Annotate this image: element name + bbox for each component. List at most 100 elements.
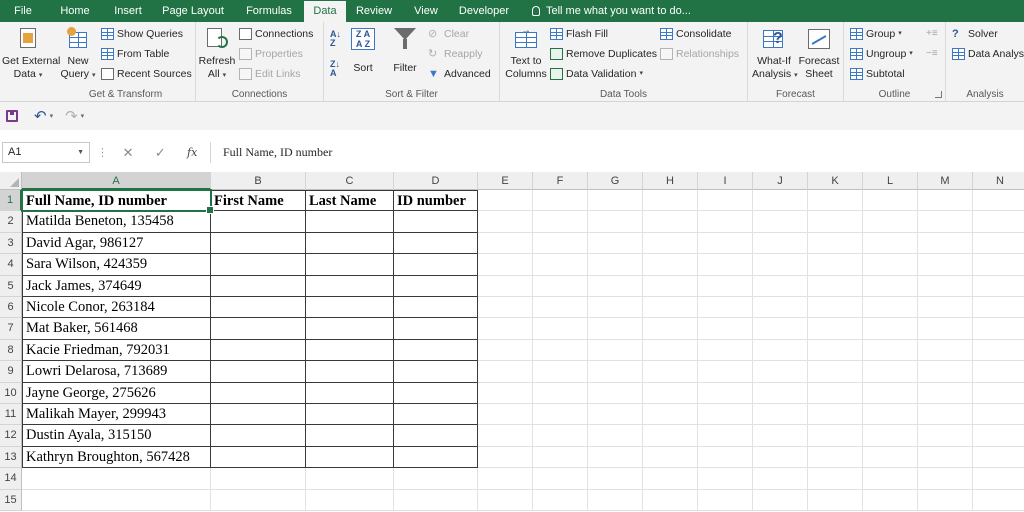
- chevron-down-icon[interactable]: ▼: [77, 143, 84, 162]
- cell-g9[interactable]: [588, 361, 643, 383]
- cell-e7[interactable]: [478, 318, 533, 340]
- cell-n3[interactable]: [973, 233, 1024, 255]
- cell-a13[interactable]: Kathryn Broughton, 567428: [22, 446, 211, 469]
- cell-n13[interactable]: [973, 447, 1024, 469]
- cell-b13[interactable]: [211, 446, 306, 469]
- properties-button[interactable]: Properties: [239, 45, 303, 63]
- name-box[interactable]: A1 ▼: [2, 142, 90, 163]
- cell-g12[interactable]: [588, 425, 643, 447]
- cell-l11[interactable]: [863, 404, 918, 426]
- cell-g5[interactable]: [588, 275, 643, 297]
- cell-f6[interactable]: [533, 297, 588, 319]
- subtotal-button[interactable]: Subtotal: [850, 65, 905, 83]
- cell-i4[interactable]: [698, 254, 753, 276]
- cell-h2[interactable]: [643, 211, 698, 233]
- remove-duplicates-button[interactable]: Remove Duplicates: [550, 45, 657, 63]
- cell-n10[interactable]: [973, 383, 1024, 404]
- cell-g10[interactable]: [588, 382, 643, 404]
- cell-d2[interactable]: [394, 211, 478, 233]
- cell-k8[interactable]: [808, 339, 863, 362]
- cell-b9[interactable]: [211, 361, 306, 383]
- cell-h13[interactable]: [643, 446, 698, 469]
- cell-n4[interactable]: [973, 254, 1024, 276]
- from-table-button[interactable]: From Table: [101, 45, 169, 63]
- cell-d13[interactable]: [394, 446, 478, 469]
- cell-f4[interactable]: [533, 254, 588, 276]
- cell-m1[interactable]: [918, 190, 973, 212]
- row-header-11[interactable]: 11: [0, 404, 22, 426]
- cell-n2[interactable]: [973, 211, 1024, 233]
- cell-e5[interactable]: [478, 275, 533, 297]
- tab-page-layout[interactable]: Page Layout: [152, 0, 234, 22]
- cell-f3[interactable]: [533, 232, 588, 255]
- cell-i10[interactable]: [698, 382, 753, 404]
- column-header-h[interactable]: H: [643, 172, 698, 190]
- cell-l10[interactable]: [863, 382, 918, 404]
- new-query-button[interactable]: New Query ▾: [60, 26, 96, 82]
- column-header-g[interactable]: G: [588, 172, 643, 190]
- cell-i9[interactable]: [698, 361, 753, 383]
- cell-h11[interactable]: [643, 404, 698, 426]
- cell-c2[interactable]: [306, 211, 394, 233]
- row-header-6[interactable]: 6: [0, 297, 22, 319]
- cell-d6[interactable]: [394, 297, 478, 319]
- reapply-button[interactable]: ↻ Reapply: [428, 45, 483, 63]
- cell-m4[interactable]: [918, 254, 973, 276]
- cancel-icon[interactable]: ✕: [123, 145, 134, 161]
- cell-l4[interactable]: [863, 254, 918, 276]
- cell-a4[interactable]: Sara Wilson, 424359: [22, 254, 211, 276]
- cell-f11[interactable]: [533, 404, 588, 426]
- cell-a11[interactable]: Malikah Mayer, 299943: [22, 404, 211, 426]
- recent-sources-button[interactable]: Recent Sources: [101, 65, 192, 83]
- column-header-f[interactable]: F: [533, 172, 588, 190]
- cell-j12[interactable]: [753, 425, 808, 447]
- cell-g6[interactable]: [588, 297, 643, 319]
- cell-j4[interactable]: [753, 254, 808, 276]
- cell-k14[interactable]: [808, 468, 863, 490]
- insert-function-icon[interactable]: fx: [187, 146, 197, 159]
- column-header-c[interactable]: C: [306, 172, 394, 190]
- cell-f9[interactable]: [533, 361, 588, 383]
- tab-developer[interactable]: Developer: [450, 0, 518, 22]
- row-header-15[interactable]: 15: [0, 489, 22, 511]
- cell-j2[interactable]: [753, 211, 808, 233]
- cell-m9[interactable]: [918, 361, 973, 383]
- cell-k10[interactable]: [808, 382, 863, 404]
- cell-l6[interactable]: [863, 297, 918, 319]
- cell-a10[interactable]: Jayne George, 275626: [22, 382, 211, 404]
- cell-a2[interactable]: Matilda Beneton, 135458: [22, 211, 211, 233]
- cell-e3[interactable]: [478, 232, 533, 255]
- connections-button[interactable]: Connections: [239, 25, 313, 43]
- row-header-3[interactable]: 3: [0, 232, 22, 255]
- advanced-filter-button[interactable]: ▼ Advanced: [428, 65, 491, 83]
- cell-i6[interactable]: [698, 297, 753, 319]
- cell-b1[interactable]: First Name: [211, 190, 306, 212]
- sort-a-to-z-button[interactable]: A↓ Z: [330, 30, 341, 48]
- cell-m10[interactable]: [918, 382, 973, 404]
- dialog-launcher-icon[interactable]: [935, 91, 942, 98]
- cell-h15[interactable]: [643, 489, 698, 511]
- get-external-data-button[interactable]: Get External Data ▾: [2, 26, 60, 82]
- cell-c12[interactable]: [306, 425, 394, 447]
- ungroup-button[interactable]: Ungroup ▾: [850, 45, 913, 63]
- row-header-1[interactable]: 1: [0, 190, 22, 212]
- cell-h14[interactable]: [643, 468, 698, 490]
- cell-n5[interactable]: [973, 276, 1024, 297]
- cell-j7[interactable]: [753, 318, 808, 340]
- tab-file[interactable]: File: [0, 0, 46, 22]
- column-header-m[interactable]: M: [918, 172, 973, 190]
- tab-insert[interactable]: Insert: [104, 0, 152, 22]
- cell-k7[interactable]: [808, 318, 863, 340]
- cell-m3[interactable]: [918, 232, 973, 255]
- cell-h1[interactable]: [643, 190, 698, 212]
- cell-e8[interactable]: [478, 339, 533, 362]
- what-if-analysis-button[interactable]: ? What-If Analysis ▾: [752, 26, 798, 82]
- cell-m5[interactable]: [918, 275, 973, 297]
- cell-g11[interactable]: [588, 404, 643, 426]
- chevron-down-icon[interactable]: ▾: [81, 112, 85, 120]
- cell-g13[interactable]: [588, 446, 643, 469]
- row-header-10[interactable]: 10: [0, 382, 22, 404]
- data-validation-button[interactable]: Data Validation ▾: [550, 65, 643, 83]
- cell-e10[interactable]: [478, 382, 533, 404]
- cell-j10[interactable]: [753, 382, 808, 404]
